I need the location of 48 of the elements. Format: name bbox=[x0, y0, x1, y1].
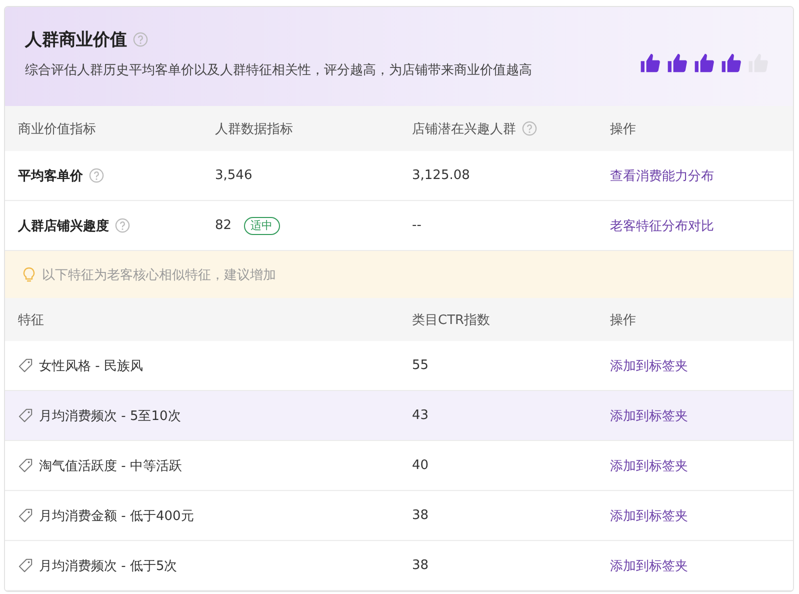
feature-name: 女性风格 - 民族风 bbox=[39, 358, 143, 374]
feature-name: 淘气值活跃度 - 中等活跃 bbox=[39, 458, 182, 474]
table-cell: -- bbox=[412, 218, 422, 233]
help-icon bbox=[522, 121, 537, 136]
column-header: 操作 bbox=[610, 120, 636, 138]
help-icon bbox=[115, 218, 130, 233]
help-icon bbox=[133, 32, 148, 47]
action-link[interactable]: 添加到标签夹 bbox=[610, 356, 688, 374]
feature-name: 月均消费频次 - 5至10次 bbox=[39, 408, 181, 424]
table-cell: 82 bbox=[215, 218, 232, 233]
action-link[interactable]: 老客特征分布对比 bbox=[610, 216, 714, 234]
table-cell: 38 bbox=[412, 508, 429, 523]
action-link[interactable]: 添加到标签夹 bbox=[610, 506, 688, 524]
description: 综合评估人群历史平均客单价以及人群特征相关性，评分越高，为店铺带来商业价值越高 bbox=[25, 62, 532, 79]
metric-name: 人群店铺兴趣度 bbox=[18, 218, 109, 234]
notice-text: 以下特征为老客核心相似特征，建议增加 bbox=[42, 266, 276, 284]
tag-icon bbox=[18, 408, 33, 423]
action-link[interactable]: 添加到标签夹 bbox=[610, 556, 688, 574]
tag-icon bbox=[18, 358, 33, 373]
action-link[interactable]: 查看消费能力分布 bbox=[610, 166, 714, 184]
action-link[interactable]: 添加到标签夹 bbox=[610, 456, 688, 474]
section-title: 人群商业价值 bbox=[25, 29, 127, 51]
metric-name: 平均客单价 bbox=[18, 168, 83, 184]
feature-name: 月均消费金额 - 低于400元 bbox=[39, 508, 194, 524]
thumbs-up-icon bbox=[666, 52, 688, 74]
column-header: 特征 bbox=[18, 312, 44, 328]
table-cell: 43 bbox=[412, 408, 429, 423]
help-icon bbox=[89, 168, 104, 183]
tag-icon bbox=[18, 558, 33, 573]
table-cell: 55 bbox=[412, 358, 429, 373]
column-header: 店铺潜在兴趣人群 bbox=[412, 120, 516, 138]
action-link[interactable]: 添加到标签夹 bbox=[610, 406, 688, 424]
thumbs-up-icon bbox=[720, 52, 742, 74]
tag-icon bbox=[18, 508, 33, 523]
column-header: 人群数据指标 bbox=[215, 120, 293, 138]
lightbulb-icon bbox=[22, 266, 36, 282]
table-cell: 3,125.08 bbox=[412, 168, 470, 183]
thumbs-up-icon bbox=[639, 52, 661, 74]
status-badge: 适中 bbox=[244, 216, 280, 234]
table-cell: 40 bbox=[412, 458, 429, 473]
tag-icon bbox=[18, 458, 33, 473]
table-cell: 38 bbox=[412, 558, 429, 573]
column-header: 类目CTR指数 bbox=[412, 312, 490, 328]
feature-name: 月均消费频次 - 低于5次 bbox=[39, 558, 178, 574]
column-header: 商业价值指标 bbox=[18, 120, 96, 138]
column-header: 操作 bbox=[610, 312, 636, 328]
thumbs-up-icon bbox=[693, 52, 715, 74]
table-cell: 3,546 bbox=[215, 168, 252, 183]
